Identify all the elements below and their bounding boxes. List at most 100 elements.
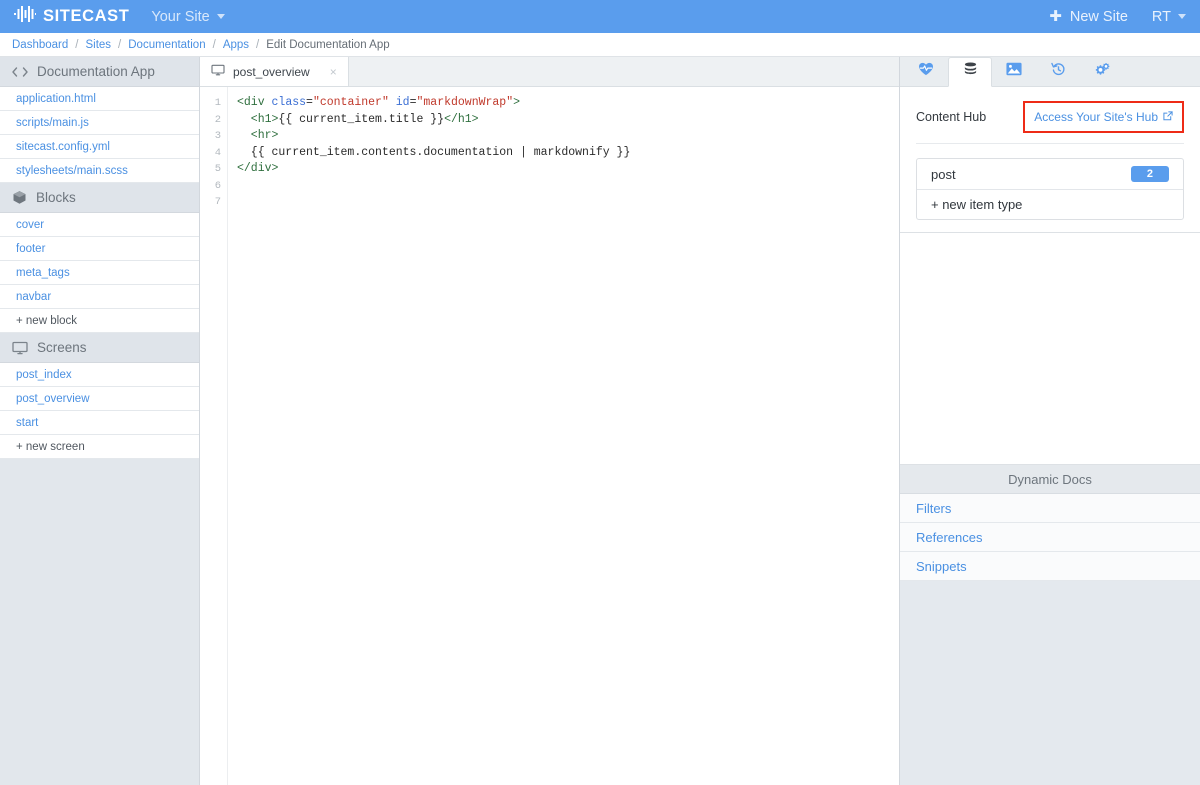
monitor-icon xyxy=(211,64,225,79)
sidebar-section-title: Documentation App xyxy=(37,64,155,79)
code-token: {{ current_item.title }} xyxy=(278,112,445,126)
code-token: = xyxy=(306,96,313,109)
cube-icon xyxy=(12,190,27,205)
content-hub-title: Content Hub xyxy=(916,110,987,124)
sidebar-section-header-blocks: Blocks xyxy=(0,183,199,213)
breadcrumb: Dashboard / Sites / Documentation / Apps… xyxy=(0,33,1200,57)
close-icon[interactable]: × xyxy=(330,65,337,79)
item-count-badge: 2 xyxy=(1130,166,1169,182)
breadcrumb-separator: / xyxy=(75,38,79,51)
new-site-button[interactable]: ✚ New Site xyxy=(1049,9,1128,25)
code-token: "markdownWrap" xyxy=(416,96,514,109)
code-line: {{ current_item.contents.documentation |… xyxy=(237,145,899,162)
item-type-label: post xyxy=(931,166,956,182)
brand-name: SITECAST xyxy=(43,7,130,25)
line-number: 3 xyxy=(214,130,221,142)
code-area[interactable]: 1234567 <div class="container" id="markd… xyxy=(200,87,899,785)
audio-wave-icon xyxy=(14,6,37,27)
code-token: <hr> xyxy=(237,129,279,142)
cogs-icon xyxy=(1094,62,1110,82)
user-menu[interactable]: RT xyxy=(1152,9,1186,25)
sidebar-item-post-overview[interactable]: post_overview xyxy=(0,387,199,411)
new-item-type-label: + new item type xyxy=(931,197,1023,212)
editor-tab-label: post_overview xyxy=(233,64,310,79)
dynamic-docs-item-filters[interactable]: Filters xyxy=(900,494,1200,523)
code-content[interactable]: <div class="container" id="markdownWrap"… xyxy=(228,87,899,785)
tab-content-hub[interactable] xyxy=(948,57,992,87)
breadcrumb-item-documentation[interactable]: Documentation xyxy=(128,39,205,51)
code-line: <hr> xyxy=(237,128,899,145)
code-token: > xyxy=(513,96,521,109)
sidebar-item-navbar[interactable]: navbar xyxy=(0,285,199,309)
code-token: </div> xyxy=(237,162,279,175)
database-icon xyxy=(963,62,978,82)
new-site-label: New Site xyxy=(1069,8,1128,25)
sidebar-item-meta-tags[interactable]: meta_tags xyxy=(0,261,199,285)
line-number: 1 xyxy=(214,97,221,109)
content-hub-panel: Content Hub Access Your Site's Hub post … xyxy=(900,87,1200,233)
sidebar-section-title: Blocks xyxy=(36,190,76,205)
sidebar-item-start[interactable]: start xyxy=(0,411,199,435)
code-token: class xyxy=(271,96,307,109)
right-panel: Content Hub Access Your Site's Hub post … xyxy=(900,57,1200,785)
breadcrumb-item-apps[interactable]: Apps xyxy=(223,39,249,51)
right-panel-empty-space xyxy=(900,581,1200,785)
tab-heartbeat[interactable] xyxy=(904,57,948,86)
site-switcher-label: Your Site xyxy=(151,8,210,25)
image-icon xyxy=(1006,62,1022,81)
divider xyxy=(916,143,1184,144)
code-token: <h1> xyxy=(237,112,279,126)
sidebar-section-header-app: Documentation App xyxy=(0,57,199,87)
sidebar-item-post-index[interactable]: post_index xyxy=(0,363,199,387)
sidebar-item-application-html[interactable]: application.html xyxy=(0,87,199,111)
sidebar-item-scripts-main-js[interactable]: scripts/main.js xyxy=(0,111,199,135)
line-number: 2 xyxy=(214,113,221,126)
sidebar-new-block-button[interactable]: + new block xyxy=(0,309,199,333)
history-clock-icon xyxy=(1050,62,1066,82)
line-number: 7 xyxy=(214,196,221,208)
right-panel-tab-bar xyxy=(900,57,1200,87)
item-type-post[interactable]: post 2 xyxy=(917,159,1183,189)
content-hub-empty-space xyxy=(900,233,1200,465)
chevron-down-icon xyxy=(216,14,225,19)
access-site-hub-link[interactable]: Access Your Site's Hub xyxy=(1034,110,1173,124)
monitor-icon xyxy=(12,341,28,355)
sidebar-section-header-screens: Screens xyxy=(0,333,199,363)
top-navigation-bar: SITECAST Your Site ✚ New Site RT xyxy=(0,0,1200,33)
dynamic-docs-header: Dynamic Docs xyxy=(900,465,1200,494)
sidebar-item-stylesheets-main-scss[interactable]: stylesheets/main.scss xyxy=(0,159,199,183)
sidebar-new-screen-button[interactable]: + new screen xyxy=(0,435,199,459)
code-editor-pane: post_overview × 1 2 3 4 5 6 7 <div class="cont… xyxy=(200,57,900,785)
breadcrumb-item-dashboard[interactable]: Dashboard xyxy=(12,39,68,51)
editor-tab-bar: post_overview × xyxy=(200,57,899,87)
tab-history[interactable] xyxy=(1036,57,1080,86)
editor-tab-post-overview[interactable]: post_overview × xyxy=(200,57,349,86)
breadcrumb-separator: / xyxy=(118,38,122,51)
code-token: <div xyxy=(237,96,272,109)
site-switcher[interactable]: Your Site xyxy=(151,8,225,25)
content-hub-header: Content Hub Access Your Site's Hub xyxy=(900,87,1200,143)
tab-media[interactable] xyxy=(992,57,1036,86)
breadcrumb-separator: / xyxy=(256,38,260,51)
dynamic-docs-item-snippets[interactable]: Snippets xyxy=(900,552,1200,581)
item-type-list: post 2 + new item type xyxy=(916,158,1184,220)
code-brackets-icon xyxy=(12,66,28,78)
access-site-hub-label: Access Your Site's Hub xyxy=(1034,110,1158,124)
breadcrumb-item-current: Edit Documentation App xyxy=(266,38,390,51)
plus-icon: ✚ xyxy=(1049,8,1062,25)
breadcrumb-item-sites[interactable]: Sites xyxy=(85,39,111,51)
code-token: id xyxy=(395,96,410,109)
sidebar-item-footer[interactable]: footer xyxy=(0,237,199,261)
new-item-type-button[interactable]: + new item type xyxy=(917,189,1183,219)
tab-settings[interactable] xyxy=(1080,57,1124,86)
sidebar-item-cover[interactable]: cover xyxy=(0,213,199,237)
dynamic-docs-item-references[interactable]: References xyxy=(900,523,1200,552)
brand-logo[interactable]: SITECAST xyxy=(14,6,129,27)
top-bar-actions: ✚ New Site RT xyxy=(1049,9,1186,25)
sidebar-section-title: Screens xyxy=(37,340,87,355)
line-number: 4 xyxy=(214,146,221,159)
code-line: <div class="container" id="markdownWrap"… xyxy=(237,95,899,112)
sidebar-item-sitecast-config-yml[interactable]: sitecast.config.yml xyxy=(0,135,199,159)
